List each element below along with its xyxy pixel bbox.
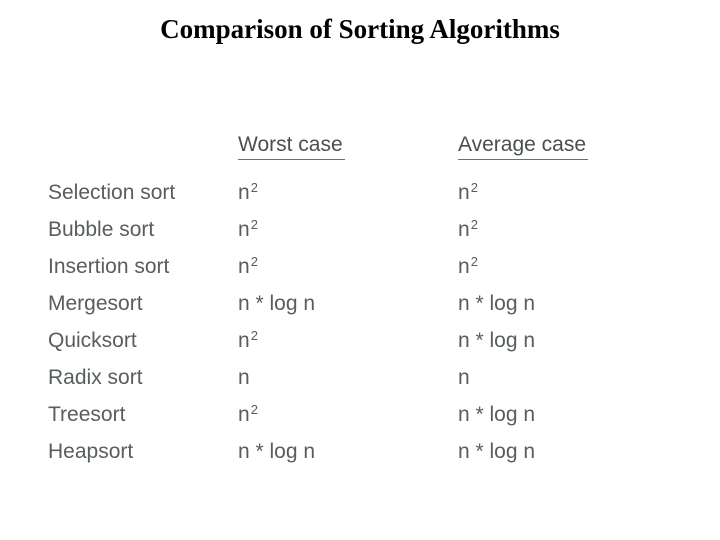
- header-average-case-label: Average case: [458, 134, 588, 160]
- header-empty: [48, 120, 238, 166]
- slide: Comparison of Sorting Algorithms Worst c…: [0, 0, 720, 540]
- row-label: Mergesort: [48, 285, 238, 322]
- complexity-table: Worst case Average case Selection sortn2…: [48, 120, 668, 470]
- cell-worst: n2: [238, 322, 458, 359]
- header-worst-case: Worst case: [238, 120, 458, 166]
- header-average-case: Average case: [458, 120, 658, 166]
- cell-average: n2: [458, 248, 658, 285]
- row-label: Treesort: [48, 396, 238, 433]
- cell-average: n2: [458, 211, 658, 248]
- cell-worst: n * log n: [238, 285, 458, 322]
- cell-average: n: [458, 359, 658, 396]
- row-label: Insertion sort: [48, 248, 238, 285]
- row-label: Bubble sort: [48, 211, 238, 248]
- cell-worst: n2: [238, 211, 458, 248]
- cell-worst: n2: [238, 396, 458, 433]
- cell-average: n * log n: [458, 396, 658, 433]
- page-title: Comparison of Sorting Algorithms: [0, 14, 720, 45]
- cell-worst: n2: [238, 248, 458, 285]
- row-label: Selection sort: [48, 174, 238, 211]
- table-grid: Worst case Average case Selection sortn2…: [48, 120, 668, 470]
- cell-average: n * log n: [458, 322, 658, 359]
- cell-average: n * log n: [458, 433, 658, 470]
- cell-average: n * log n: [458, 285, 658, 322]
- cell-average: n2: [458, 174, 658, 211]
- row-label: Heapsort: [48, 433, 238, 470]
- row-label: Radix sort: [48, 359, 238, 396]
- header-worst-case-label: Worst case: [238, 134, 345, 160]
- cell-worst: n * log n: [238, 433, 458, 470]
- row-label: Quicksort: [48, 322, 238, 359]
- cell-worst: n2: [238, 174, 458, 211]
- cell-worst: n: [238, 359, 458, 396]
